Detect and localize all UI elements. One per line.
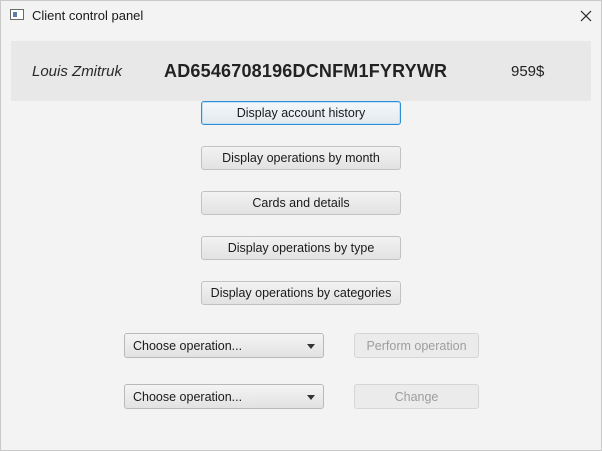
change-operation-select-value: Choose operation... [133, 390, 243, 404]
operation-select[interactable]: Choose operation... [124, 333, 324, 358]
account-iban: AD6546708196DCNFM1FYRYWR [164, 61, 448, 81]
account-header: Louis Zmitruk AD6546708196DCNFM1FYRYWR 9… [11, 41, 591, 101]
window-title: Client control panel [32, 8, 144, 23]
cards-and-details-button[interactable]: Cards and details [201, 191, 401, 215]
client-control-panel-window: Client control panel Louis Zmitruk AD654… [0, 0, 602, 451]
change-button[interactable]: Change [354, 384, 479, 409]
display-operations-by-month-button[interactable]: Display operations by month [201, 146, 401, 170]
change-operation-select[interactable]: Choose operation... [124, 384, 324, 409]
close-button[interactable] [571, 1, 601, 31]
operation-select-value: Choose operation... [133, 339, 243, 353]
close-icon [580, 10, 592, 22]
display-operations-by-categories-button[interactable]: Display operations by categories [201, 281, 401, 305]
chevron-down-icon [307, 395, 315, 400]
display-account-history-button[interactable]: Display account history [201, 101, 401, 125]
account-balance: 959$ [511, 63, 545, 80]
perform-operation-button[interactable]: Perform operation [354, 333, 479, 358]
display-operations-by-type-button[interactable]: Display operations by type [201, 236, 401, 260]
app-window-icon [10, 9, 24, 20]
chevron-down-icon [307, 344, 315, 349]
client-name: Louis Zmitruk [32, 63, 123, 80]
title-bar: Client control panel [1, 1, 601, 31]
